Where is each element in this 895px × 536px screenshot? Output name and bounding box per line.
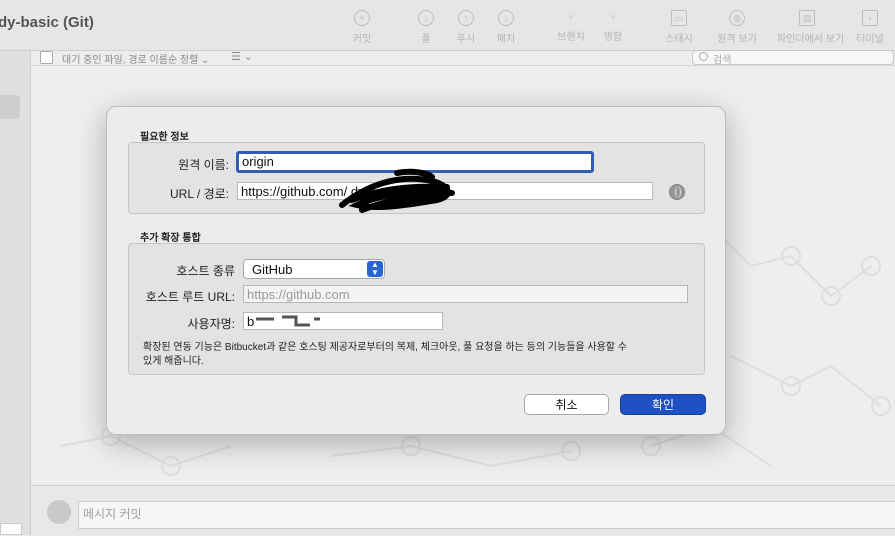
required-info-title: 필요한 정보	[140, 132, 189, 143]
remote-name-label: 원격 이름:	[178, 158, 229, 172]
chevron-updown-icon: ▲ ▼	[367, 261, 383, 277]
fetch-button[interactable]: ↓ 패치	[476, 10, 536, 45]
pull-icon: ↓	[418, 10, 434, 26]
sidebar-bottom-control[interactable]	[0, 523, 22, 535]
stash-button[interactable]: ▭ 스태시	[649, 10, 709, 45]
host-type-select[interactable]: GitHub ▲ ▼	[243, 259, 385, 279]
commit-button[interactable]: + 커밋	[332, 10, 392, 45]
merge-icon: ⑂	[610, 12, 616, 22]
search-icon	[699, 52, 708, 61]
staged-checkbox[interactable]	[40, 51, 53, 64]
commit-icon: +	[354, 10, 370, 26]
pending-files-sort-menu[interactable]: 대기 중인 파일, 경로 이름순 정렬 ⌄	[62, 51, 209, 66]
show-in-finder-button[interactable]: ▤ 파인더에서 보기	[777, 10, 844, 45]
filter-bar: 대기 중인 파일, 경로 이름순 정렬 ⌄ ☰ ⌄ 검색	[31, 50, 895, 66]
sidebar	[0, 51, 31, 535]
host-root-field[interactable]: https://github.com	[243, 285, 688, 303]
cancel-button[interactable]: 취소	[524, 394, 609, 415]
redaction-scribble	[339, 168, 455, 213]
host-type-value: GitHub	[252, 262, 293, 277]
finder-icon: ▤	[799, 10, 815, 26]
push-icon: ↑	[458, 10, 474, 26]
ok-button[interactable]: 확인	[620, 394, 706, 415]
list-view-menu[interactable]: ☰ ⌄	[231, 50, 253, 63]
fetch-icon: ↓	[498, 10, 514, 26]
globe-icon: ◍	[729, 10, 745, 26]
commit-message-input[interactable]: 메시지 커밋	[78, 501, 895, 529]
url-label: URL / 경로:	[170, 187, 229, 201]
merge-button[interactable]: ⑂ 병합	[583, 10, 643, 43]
username-label: 사용자명:	[187, 317, 236, 331]
host-root-label: 호스트 루트 URL:	[145, 290, 235, 304]
integration-description: 확장된 연동 기능은 Bitbucket과 같은 호스팅 제공자로부터의 복제,…	[143, 342, 627, 367]
integration-title: 추가 확장 통합	[140, 233, 201, 244]
branch-icon: ⑂	[568, 12, 574, 22]
globe-icon[interactable]	[669, 184, 685, 200]
avatar	[47, 500, 71, 524]
add-remote-dialog: 필요한 정보 원격 이름: origin URL / 경로: https://g…	[106, 106, 726, 435]
search-placeholder: 검색	[713, 55, 732, 66]
stash-icon: ▭	[671, 10, 687, 26]
window-title: dy-basic (Git)	[0, 14, 94, 31]
terminal-icon: ›	[862, 10, 878, 26]
terminal-button[interactable]: › 터미널	[840, 10, 895, 45]
toolbar: dy-basic (Git) + 커밋 ↓ 풀 ↑ 푸시 ↓ 패치 ⑂ 브랜치 …	[0, 0, 895, 51]
commit-bar: 메시지 커밋	[31, 485, 895, 536]
sidebar-selected-item[interactable]	[0, 95, 20, 119]
remote-view-button[interactable]: ◍ 원격 보기	[707, 10, 767, 45]
username-redaction	[254, 315, 320, 327]
host-type-label: 호스트 종류	[176, 264, 235, 278]
search-input[interactable]: 검색	[692, 50, 894, 66]
